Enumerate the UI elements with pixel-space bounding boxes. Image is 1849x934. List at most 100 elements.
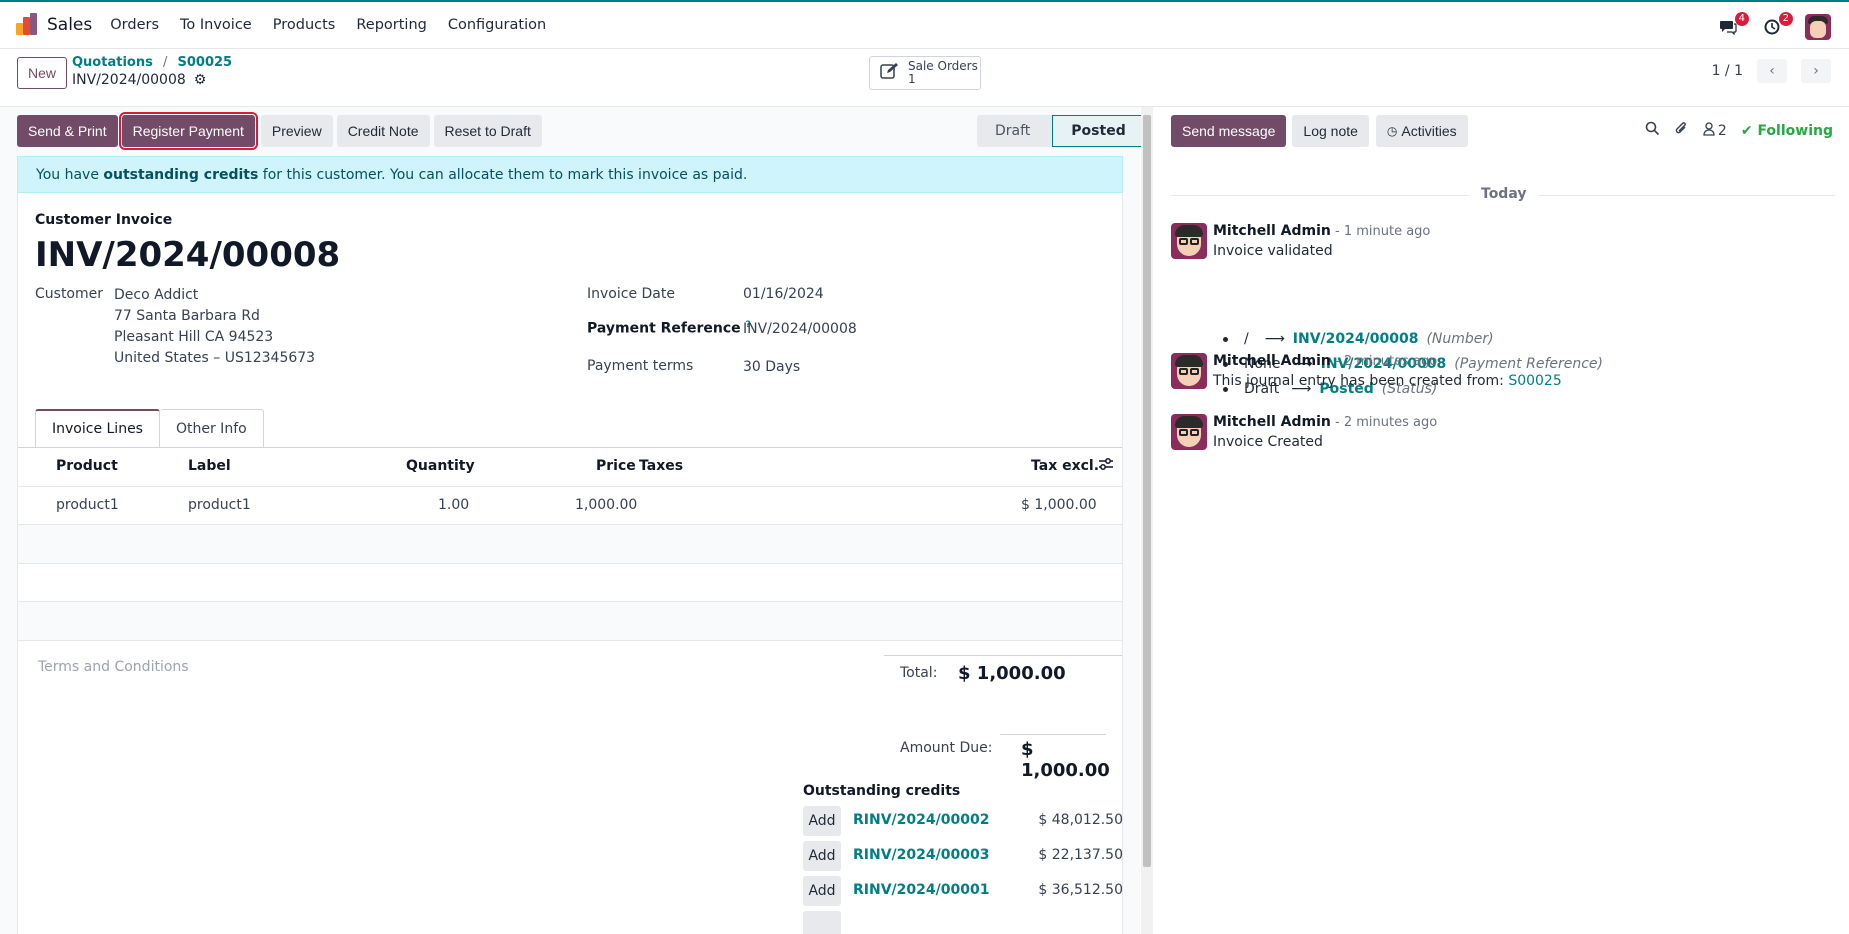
menu-products[interactable]: Products — [273, 17, 336, 33]
top-navbar: Sales Orders To Invoice Products Reporti… — [0, 0, 1849, 49]
bullet — [1223, 336, 1228, 342]
search-icon[interactable] — [1645, 121, 1660, 140]
customer-link[interactable]: Deco Addict — [114, 287, 198, 303]
list-item: Add RINV/2024/00001 $ 36,512.50 — [803, 876, 1123, 906]
notebook-tabs: Invoice Lines Other Info — [35, 409, 264, 447]
menu-to-invoice[interactable]: To Invoice — [180, 17, 252, 33]
user-avatar[interactable] — [1805, 14, 1831, 40]
header-divider — [18, 486, 1122, 487]
author-avatar[interactable] — [1171, 414, 1207, 450]
menu-configuration[interactable]: Configuration — [448, 17, 546, 33]
col-product[interactable]: Product — [56, 458, 118, 474]
reset-to-draft-button[interactable]: Reset to Draft — [433, 115, 542, 147]
smart-button-label: Sale Orders — [908, 59, 978, 73]
sale-orders-smart-button[interactable]: Sale Orders 1 — [869, 56, 981, 90]
message-author: Mitchell Admin - 2 minutes ago — [1213, 353, 1437, 369]
breadcrumb-sale-order[interactable]: S00025 — [178, 55, 233, 70]
preview-button[interactable]: Preview — [260, 115, 333, 147]
pager-next-icon[interactable]: › — [1801, 59, 1831, 83]
invoice-date-label: Invoice Date — [587, 286, 675, 302]
tab-invoice-lines[interactable]: Invoice Lines — [35, 409, 160, 447]
followers-count: 2 — [1717, 122, 1727, 139]
message-body: Invoice validated — [1213, 243, 1333, 259]
app-logo-icon[interactable] — [14, 13, 38, 37]
add-credit-button[interactable]: Add — [803, 841, 841, 871]
address-line-3: United States – US12345673 — [114, 350, 316, 366]
send-print-button[interactable]: Send & Print — [17, 115, 118, 147]
message-time: - 1 minute ago — [1330, 224, 1431, 239]
list-item: Add RINV/2024/00002 $ 48,012.50 — [803, 806, 1123, 836]
form-sheet: Customer Invoice INV/2024/00008 Customer… — [17, 193, 1123, 934]
line-tax-excl[interactable]: $ 1,000.00 — [1021, 497, 1097, 513]
messages-icon[interactable]: 4 — [1717, 12, 1749, 38]
status-posted[interactable]: Posted — [1052, 115, 1145, 147]
add-credit-button[interactable]: Add — [803, 876, 841, 906]
message-author: Mitchell Admin - 2 minutes ago — [1213, 414, 1437, 430]
tab-other-info[interactable]: Other Info — [159, 409, 264, 447]
register-payment-button[interactable]: Register Payment — [118, 112, 258, 150]
amount-due-label: Amount Due: — [900, 740, 993, 756]
payment-reference-label-text: Payment Reference — [587, 320, 741, 337]
col-tax-excl[interactable]: Tax excl. — [1031, 458, 1099, 474]
status-draft[interactable]: Draft — [977, 115, 1053, 147]
col-quantity[interactable]: Quantity — [406, 458, 475, 474]
activities-button[interactable]: ◷ Activities — [1375, 115, 1468, 147]
following-button[interactable]: ✔ Following — [1741, 123, 1833, 139]
sale-order-link[interactable]: S00025 — [1508, 373, 1561, 389]
column-settings-icon[interactable] — [1098, 457, 1114, 475]
message-body: Invoice Created — [1213, 434, 1323, 450]
add-credit-button-partial[interactable] — [803, 911, 841, 934]
col-taxes[interactable]: Taxes — [639, 458, 683, 474]
credit-amount: $ 36,512.50 — [1038, 882, 1123, 898]
col-label[interactable]: Label — [188, 458, 231, 474]
gear-icon[interactable]: ⚙ — [194, 72, 207, 88]
credit-ref-link[interactable]: RINV/2024/00003 — [853, 847, 989, 863]
line-price[interactable]: 1,000.00 — [575, 497, 637, 513]
menu-reporting[interactable]: Reporting — [356, 17, 427, 33]
credit-note-button[interactable]: Credit Note — [336, 115, 430, 147]
row-divider — [18, 640, 1122, 641]
payment-reference-value[interactable]: INV/2024/00008 — [743, 321, 857, 337]
terms-and-conditions-field[interactable]: Terms and Conditions — [38, 659, 189, 675]
credit-ref-link[interactable]: RINV/2024/00002 — [853, 812, 989, 828]
author-name[interactable]: Mitchell Admin — [1213, 414, 1331, 430]
total-value: $ 1,000.00 — [958, 663, 1066, 684]
form-scrollbar[interactable] — [1141, 107, 1153, 934]
chatter: Send message Log note ◷ Activities 2 ✔ F… — [1153, 107, 1849, 934]
credit-amount: $ 22,137.50 — [1038, 847, 1123, 863]
tracking-field: (Number) — [1426, 331, 1494, 347]
smart-button-count: 1 — [908, 72, 916, 86]
pager-value[interactable]: 1 / 1 — [1712, 63, 1743, 79]
new-button[interactable]: New — [17, 57, 68, 89]
line-label[interactable]: product1 — [188, 497, 251, 513]
pager-previous-icon[interactable]: ‹ — [1757, 59, 1787, 83]
invoice-date-value[interactable]: 01/16/2024 — [743, 286, 824, 302]
paperclip-icon[interactable] — [1674, 121, 1689, 140]
line-quantity[interactable]: 1.00 — [438, 497, 469, 513]
totals-divider — [884, 655, 1122, 656]
author-avatar[interactable] — [1171, 223, 1207, 259]
record-name: INV/2024/00008 — [72, 72, 186, 88]
add-credit-button[interactable]: Add — [803, 806, 841, 836]
author-name[interactable]: Mitchell Admin — [1213, 223, 1331, 239]
log-note-button[interactable]: Log note — [1292, 115, 1369, 147]
form-action-buttons: Send & Print Register Payment Preview Cr… — [17, 112, 542, 150]
activities-clock-icon[interactable]: 2 — [1761, 12, 1793, 38]
menu-orders[interactable]: Orders — [110, 17, 159, 33]
scrollbar-thumb[interactable] — [1143, 115, 1151, 867]
app-name[interactable]: Sales — [47, 15, 92, 35]
row-divider — [18, 563, 1122, 564]
breadcrumb-separator: / — [162, 55, 168, 70]
author-avatar[interactable] — [1171, 353, 1207, 389]
payment-terms-value[interactable]: 30 Days — [743, 359, 800, 375]
tracking-old: / — [1244, 331, 1249, 347]
breadcrumb-quotations[interactable]: Quotations — [72, 55, 153, 70]
send-message-button[interactable]: Send message — [1171, 115, 1287, 147]
line-product[interactable]: product1 — [56, 497, 119, 513]
empty-row — [18, 602, 1122, 640]
col-price[interactable]: Price — [596, 458, 636, 474]
followers-button[interactable]: 2 — [1703, 121, 1727, 140]
message-author: Mitchell Admin - 1 minute ago — [1213, 223, 1430, 239]
author-name[interactable]: Mitchell Admin — [1213, 353, 1331, 369]
credit-ref-link[interactable]: RINV/2024/00001 — [853, 882, 989, 898]
